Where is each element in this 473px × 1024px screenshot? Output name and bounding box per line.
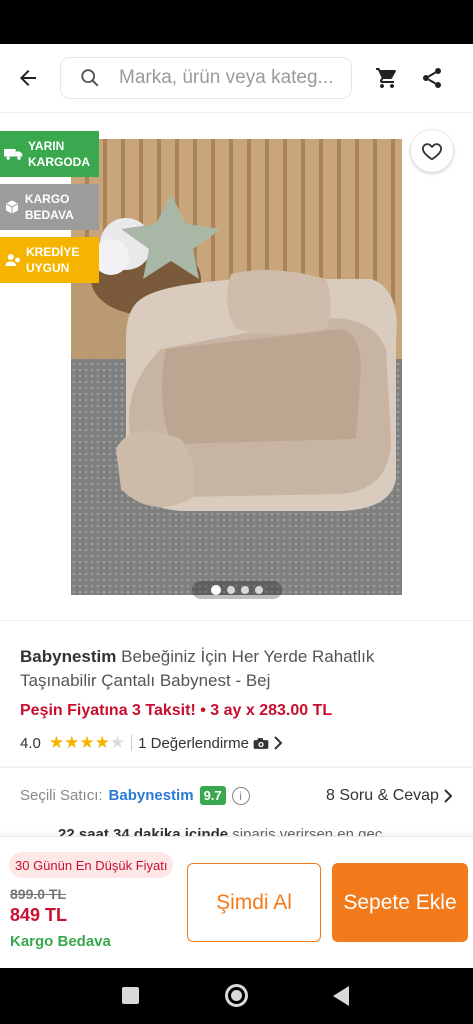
product-image[interactable] <box>71 139 402 595</box>
product-title: Babynestim Bebeğiniz İçin Her Yerde Raha… <box>20 645 450 693</box>
search-input[interactable]: Marka, ürün veya kateg... <box>60 57 352 99</box>
current-price: 849 TL <box>10 905 68 925</box>
product-brand[interactable]: Babynestim <box>20 647 116 666</box>
reviews-count: 1 Değerlendirme <box>138 734 249 752</box>
old-price: 899.0 TL <box>10 886 67 902</box>
gallery-dot[interactable] <box>241 586 249 594</box>
lowest-price-badge: 30 Günün En Düşük Fiyatı <box>9 852 174 878</box>
search-icon <box>81 69 99 87</box>
search-placeholder: Marka, ürün veya kateg... <box>119 67 334 88</box>
seller-score-badge: 9.7 <box>199 786 226 805</box>
seller-name-link[interactable]: Babynestim <box>109 787 194 804</box>
back-button[interactable] <box>0 44 56 112</box>
rating-value: 4.0 <box>20 734 41 752</box>
star-empty-icon: ★ <box>109 733 126 752</box>
section-divider <box>0 766 473 768</box>
back-triangle-icon[interactable] <box>333 986 349 1006</box>
gallery-dot[interactable] <box>211 585 221 595</box>
qa-link[interactable]: 8 Soru & Cevap <box>326 787 453 805</box>
free-shipping-label: Kargo Bedava <box>10 933 111 950</box>
badge-credit-eligible: KREDİYE UYGUN <box>0 237 99 283</box>
gallery-pagination[interactable] <box>192 581 282 599</box>
gallery-dot[interactable] <box>227 586 235 594</box>
installment-info: Peşin Fiyatına 3 Taksit! • 3 ay x 283.00… <box>20 702 333 719</box>
seller-label: Seçili Satıcı: <box>20 787 103 804</box>
chevron-right-icon <box>274 736 283 750</box>
badge-label: KREDİYE UYGUN <box>26 245 80 275</box>
cart-button[interactable] <box>374 66 400 95</box>
credit-icon <box>5 254 22 266</box>
chevron-right-icon <box>444 789 453 803</box>
star-icon: ★ <box>48 733 65 752</box>
truck-icon <box>4 149 23 160</box>
cart-icon <box>376 68 396 88</box>
gallery-dot[interactable] <box>255 586 263 594</box>
share-icon <box>423 68 441 88</box>
share-button[interactable] <box>420 66 444 95</box>
heart-icon <box>422 143 442 161</box>
status-bar <box>0 0 473 44</box>
add-to-cart-button[interactable]: Sepete Ekle <box>332 863 468 942</box>
divider <box>131 735 133 751</box>
camera-icon <box>253 737 269 749</box>
seller-row: Seçili Satıcı: Babynestim 9.7 i <box>20 786 250 805</box>
star-icon: ★ <box>79 733 95 752</box>
baby-nest-illustration <box>71 139 402 595</box>
box-icon <box>6 200 19 214</box>
section-divider <box>0 620 473 621</box>
star-icon: ★ <box>94 733 110 752</box>
badge-label: YARIN KARGODA <box>28 139 90 169</box>
badge-free-shipping: KARGO BEDAVA <box>0 184 99 230</box>
back-arrow-icon <box>20 70 36 86</box>
star-icon: ★ <box>64 733 80 752</box>
favorite-button[interactable] <box>411 130 453 172</box>
badge-label: KARGO BEDAVA <box>24 192 74 222</box>
rating-stars: ★ ★ ★ ★ ★ <box>49 733 125 753</box>
recents-icon[interactable] <box>122 987 139 1004</box>
home-icon[interactable] <box>225 984 248 1007</box>
rating-row[interactable]: 4.0 ★ ★ ★ ★ ★ 1 Değerlendirme <box>20 733 283 753</box>
top-bar: Marka, ürün veya kateg... <box>0 44 473 112</box>
qa-label: 8 Soru & Cevap <box>326 787 439 804</box>
header-divider <box>0 112 473 113</box>
badge-next-day-delivery: YARIN KARGODA <box>0 131 99 177</box>
reviews-link[interactable]: 1 Değerlendirme <box>138 735 283 752</box>
info-icon[interactable]: i <box>231 786 250 805</box>
buy-now-button[interactable]: Şimdi Al <box>187 863 321 942</box>
